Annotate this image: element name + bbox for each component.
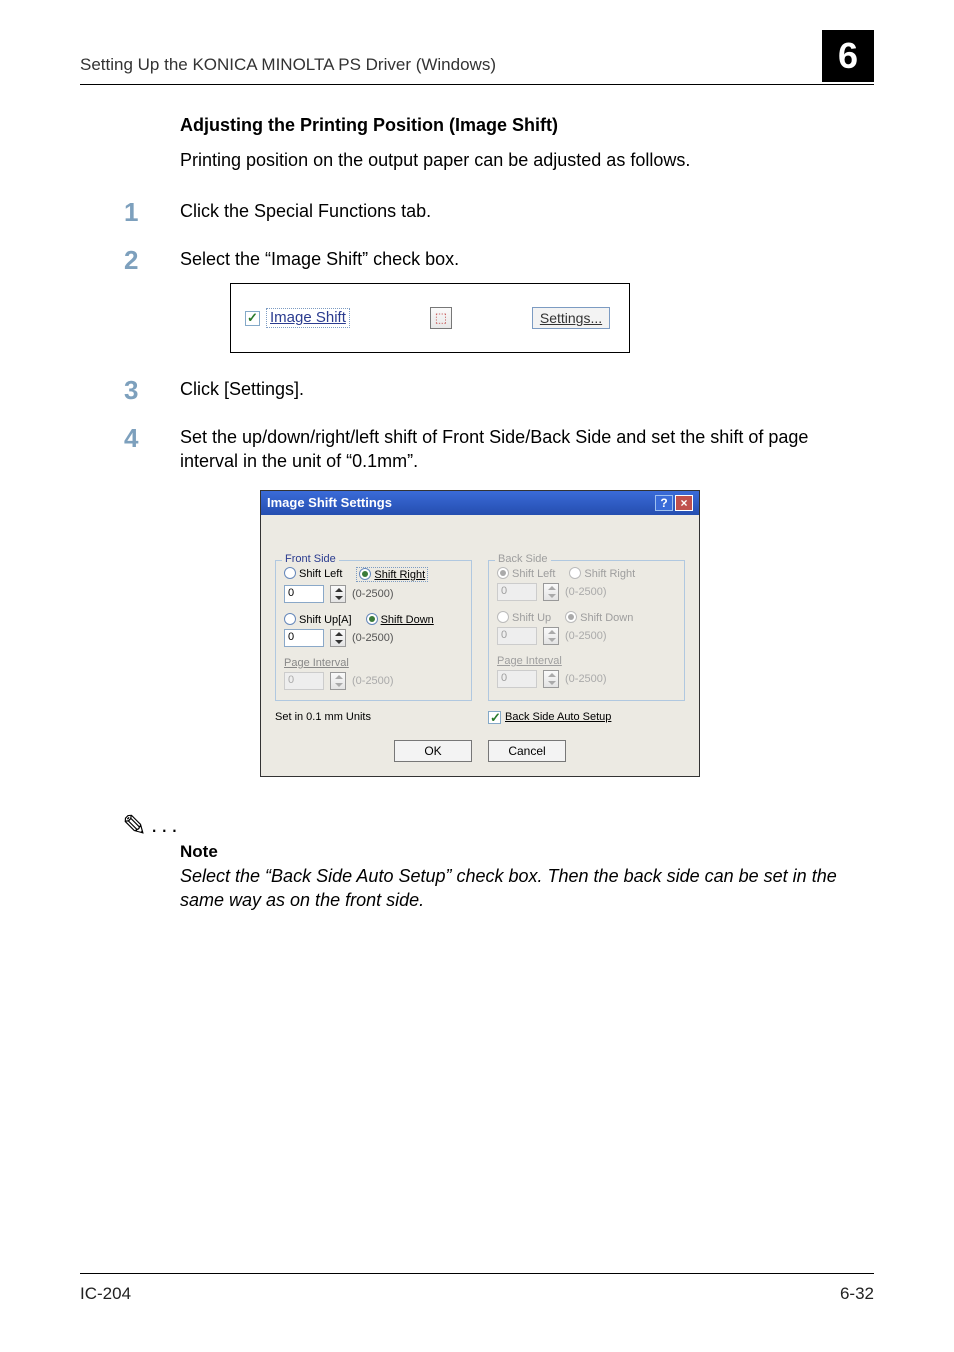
radio-shift-left-back: Shift Left: [497, 567, 555, 580]
step-number-1: 1: [124, 199, 180, 225]
back-side-legend: Back Side: [495, 553, 551, 565]
back-side-auto-setup-checkbox[interactable]: Back Side Auto Setup: [505, 711, 611, 723]
checkbox-icon[interactable]: [245, 311, 260, 326]
ok-button[interactable]: OK: [394, 740, 472, 762]
front-vertical-value[interactable]: 0: [284, 629, 324, 647]
spinner-icon[interactable]: [330, 629, 346, 647]
spinner-icon: [330, 672, 346, 690]
step-text-3: Click [Settings].: [180, 377, 854, 403]
front-page-interval-label: Page Interval: [284, 657, 463, 669]
back-horizontal-range: (0-2500): [565, 586, 607, 598]
radio-shift-up-back: Shift Up: [497, 611, 551, 624]
step-number-3: 3: [124, 377, 180, 403]
back-vertical-range: (0-2500): [565, 630, 607, 642]
footer-left: IC-204: [80, 1284, 131, 1304]
radio-shift-down-front[interactable]: Shift Down: [366, 613, 434, 626]
front-side-group: Front Side Shift Left Shift Right 0 (0-2…: [275, 560, 472, 701]
front-page-interval-value: 0: [284, 672, 324, 690]
front-page-interval-range: (0-2500): [352, 675, 394, 687]
note-label: Note: [180, 842, 854, 862]
radio-shift-up-front[interactable]: Shift Up[A]: [284, 613, 352, 626]
dialog-title: Image Shift Settings: [267, 495, 653, 510]
step-text-4: Set the up/down/right/left shift of Fron…: [180, 425, 854, 474]
front-horizontal-value[interactable]: 0: [284, 585, 324, 603]
note-dots-icon: ...: [151, 812, 181, 837]
note-text: Select the “Back Side Auto Setup” check …: [180, 864, 854, 913]
step-text-1: Click the Special Functions tab.: [180, 199, 854, 225]
footer-right: 6-32: [840, 1284, 874, 1304]
back-side-group: Back Side Shift Left Shift Right 0 (0-25…: [488, 560, 685, 701]
back-page-interval-value: 0: [497, 670, 537, 688]
back-vertical-value: 0: [497, 627, 537, 645]
front-horizontal-range: (0-2500): [352, 588, 394, 600]
help-icon[interactable]: ?: [655, 495, 673, 511]
back-page-interval-range: (0-2500): [565, 673, 607, 685]
radio-shift-left-front[interactable]: Shift Left: [284, 567, 342, 582]
settings-button[interactable]: Settings...: [532, 307, 610, 329]
image-shift-preview-icon: ⬚: [430, 307, 452, 329]
chapter-number: 6: [822, 30, 874, 82]
radio-shift-right-back: Shift Right: [569, 567, 635, 580]
spinner-icon: [543, 583, 559, 601]
section-heading: Adjusting the Printing Position (Image S…: [180, 115, 854, 136]
front-side-legend: Front Side: [282, 553, 339, 565]
step-number-4: 4: [124, 425, 180, 474]
image-shift-checkbox-illustration: Image Shift ⬚ Settings...: [230, 283, 630, 353]
spinner-icon: [543, 627, 559, 645]
units-note: Set in 0.1 mm Units: [275, 711, 472, 724]
intro-paragraph: Printing position on the output paper ca…: [180, 150, 854, 171]
image-shift-settings-dialog: Image Shift Settings ? × Front Side Shif…: [260, 490, 700, 777]
close-icon[interactable]: ×: [675, 495, 693, 511]
radio-shift-down-back: Shift Down: [565, 611, 633, 624]
spinner-icon: [543, 670, 559, 688]
image-shift-checkbox-label[interactable]: Image Shift: [266, 308, 350, 328]
step-text-2: Select the “Image Shift” check box.: [180, 247, 854, 273]
running-header: Setting Up the KONICA MINOLTA PS Driver …: [80, 55, 802, 75]
note-icon: ✎: [122, 809, 147, 844]
cancel-button[interactable]: Cancel: [488, 740, 566, 762]
back-horizontal-value: 0: [497, 583, 537, 601]
radio-shift-right-front[interactable]: Shift Right: [356, 567, 428, 582]
back-page-interval-label: Page Interval: [497, 655, 676, 667]
spinner-icon[interactable]: [330, 585, 346, 603]
front-vertical-range: (0-2500): [352, 632, 394, 644]
checkbox-icon[interactable]: [488, 711, 501, 724]
step-number-2: 2: [124, 247, 180, 273]
